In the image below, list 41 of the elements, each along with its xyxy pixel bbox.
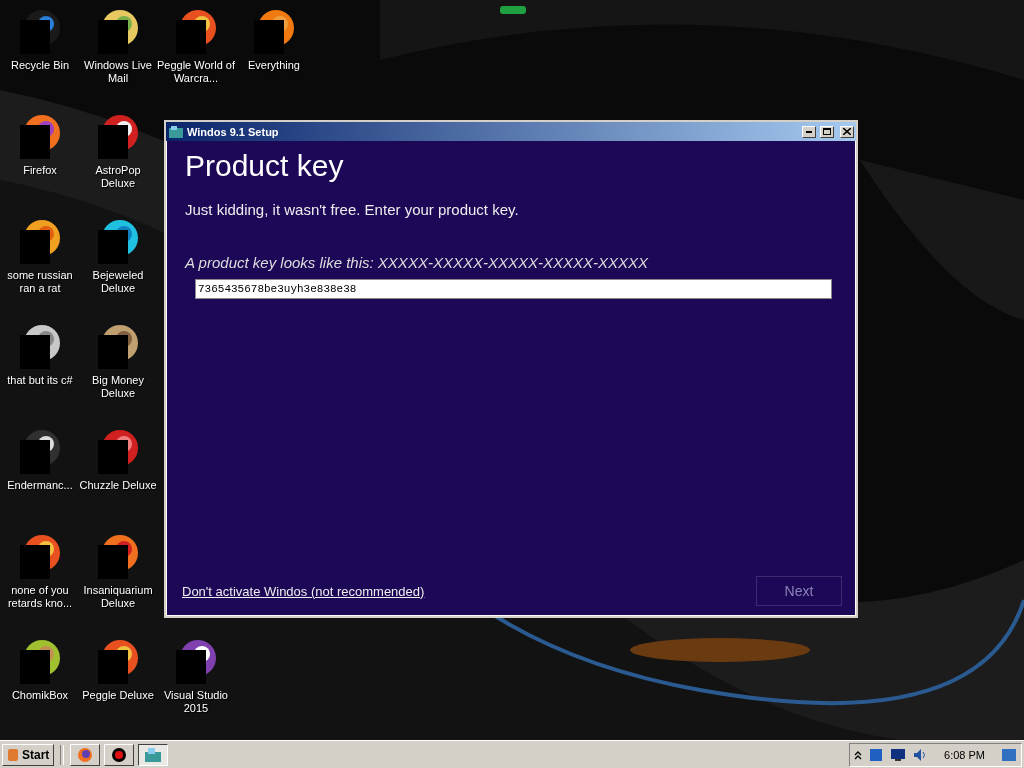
- record-icon: [111, 746, 128, 763]
- chevron-icon[interactable]: [854, 749, 863, 760]
- maximize-button[interactable]: [820, 125, 834, 138]
- desktop-icon-label[interactable]: that but its c#: [0, 374, 80, 387]
- desktop-icon-label[interactable]: none of you retards kno...: [0, 584, 80, 610]
- format-hint: A product key looks like this: XXXXX-XXXXX-XXXXX-XXXXX-XXXXX: [185, 254, 649, 271]
- start-icon: [7, 747, 19, 762]
- close-icon: [843, 128, 851, 135]
- desktop-icon-label[interactable]: Windows Live Mail: [78, 59, 158, 85]
- desktop-icon-label[interactable]: Recycle Bin: [0, 59, 80, 72]
- desktop-icon-label[interactable]: ChomikBox: [0, 689, 80, 702]
- desktop-icon-label[interactable]: Insaniquarium Deluxe: [78, 584, 158, 610]
- setup-app-icon: [144, 747, 163, 762]
- page-heading: Product key: [185, 149, 345, 183]
- close-button[interactable]: [840, 125, 854, 138]
- minimize-icon: [806, 130, 812, 133]
- desktop-icon-label[interactable]: Firefox: [0, 164, 80, 177]
- desktop-icon-label[interactable]: Everything: [234, 59, 314, 72]
- product-key-field[interactable]: 7365435678be3uyh3e838e38: [195, 279, 832, 299]
- desktop-icon-label[interactable]: Big Money Deluxe: [78, 374, 158, 400]
- taskbar-button[interactable]: [138, 743, 169, 766]
- show-desktop-icon[interactable]: [1001, 747, 1017, 762]
- monitor-icon[interactable]: [890, 747, 907, 762]
- maximize-icon: [823, 128, 831, 135]
- desktop-icon-label[interactable]: Peggle Deluxe: [78, 689, 158, 702]
- setup-app-icon: [169, 125, 183, 138]
- desktop-icon-label[interactable]: Endermanc...: [0, 479, 80, 492]
- skip-activation-link[interactable]: Don't activate Windos (not recommended): [182, 583, 425, 599]
- desktop-icon-label[interactable]: AstroPop Deluxe: [78, 164, 158, 190]
- desktop-icon-label[interactable]: Visual Studio 2015: [156, 689, 236, 715]
- window-title: Windos 9.1 Setup: [187, 125, 280, 138]
- clock: 6:08 PM: [943, 748, 986, 761]
- desktop-icon-label[interactable]: Peggle World of Warcra...: [156, 59, 236, 85]
- desktop-icon-label[interactable]: Chuzzle Deluxe: [78, 479, 158, 492]
- desktop-icon-label[interactable]: Bejeweled Deluxe: [78, 269, 158, 295]
- desktop-icon-label[interactable]: some russian ran a rat: [0, 269, 80, 295]
- tray-app-icon[interactable]: [868, 746, 885, 763]
- intro-text: Just kidding, it wasn't free. Enter your product key.: [185, 201, 520, 218]
- browser-icon: [77, 746, 94, 763]
- minimize-button[interactable]: [802, 125, 816, 138]
- start-button[interactable]: Start: [2, 743, 55, 766]
